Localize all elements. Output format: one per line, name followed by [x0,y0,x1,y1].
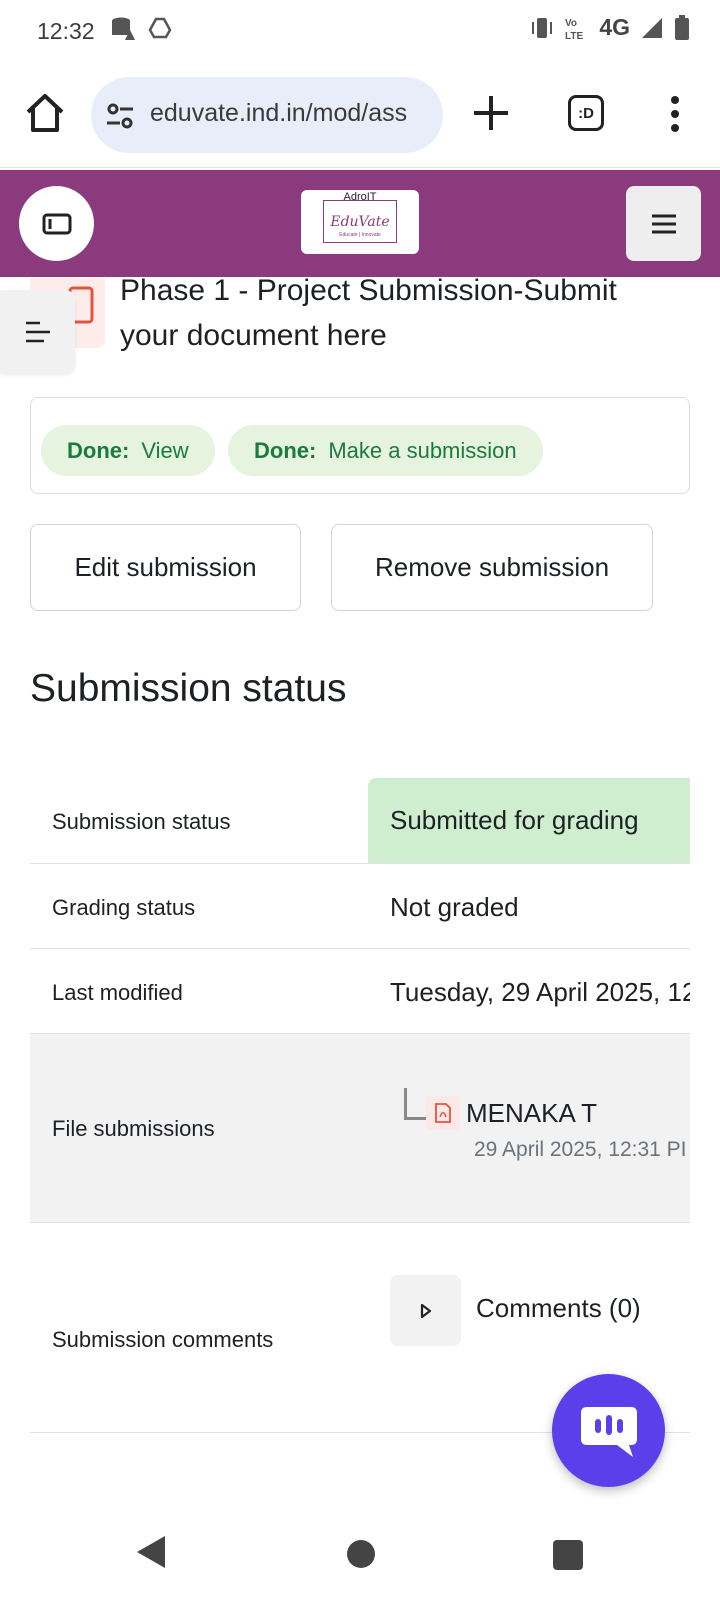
table-row-submission-status: Submission status Submitted for grading [30,778,690,864]
drive-icon [148,17,172,39]
logo-top-text: AdroIT [343,191,377,203]
row-label: Grading status [52,895,196,920]
course-index-icon [25,321,50,342]
drawer-icon [42,213,71,234]
tab-switcher-button[interactable]: :D [568,95,604,131]
row-label: Last modified [52,980,183,1005]
badge-key: Done: [254,437,317,463]
file-tree: MENAKA T 29 April 2025, 12:31 PI [390,1088,690,1168]
completion-badge-submission: Done: Make a submission [228,425,543,476]
signal-icon [642,17,662,38]
edit-submission-button[interactable]: Edit submission [30,524,301,611]
address-bar[interactable]: eduvate.ind.in/mod/ass [91,77,443,153]
chat-button[interactable] [552,1374,665,1487]
svg-text:Vo: Vo [565,18,577,29]
more-options-icon[interactable] [660,94,690,134]
row-label: Submission comments [52,1327,274,1352]
page-title: Phase 1 - Project Submission-Submit your… [120,274,617,352]
network-type: 4G [599,14,630,40]
comments-toggle-button[interactable] [390,1275,461,1346]
chat-icon [580,1406,637,1457]
primary-menu-button[interactable] [626,186,701,261]
badge-key: Done: [67,437,130,463]
badge-value: View [141,437,189,463]
file-link[interactable]: MENAKA T [466,1098,597,1129]
vibrate-icon [532,17,553,38]
row-label: File submissions [52,1116,215,1141]
hamburger-icon [651,214,676,233]
grading-status-value: Not graded [390,892,519,922]
submission-status-cell: Submitted for grading [368,778,690,863]
url-text: eduvate.ind.in/mod/ass [150,99,408,127]
caret-right-icon [420,1303,431,1318]
course-index-button[interactable] [0,290,75,373]
badge-value: Make a submission [328,437,517,463]
system-navigation-bar [0,1508,720,1600]
completion-badge-view: Done: View [41,425,215,476]
site-logo[interactable]: AdroIT EduVate Educate | Innovate [301,190,419,254]
logo-brand-text: EduVate [330,214,390,230]
comments-link[interactable]: Comments (0) [476,1293,641,1324]
activity-completion: Done: View Done: Make a submission [30,397,690,494]
remove-submission-button[interactable]: Remove submission [331,524,653,611]
pdf-file-icon [426,1096,460,1130]
battery-icon [675,14,689,40]
table-row-last-modified: Last modified Tuesday, 29 April 2025, 12 [30,949,690,1034]
table-row-grading-status: Grading status Not graded [30,864,690,949]
status-time: 12:32 [37,18,95,44]
last-modified-value: Tuesday, 29 April 2025, 12 [390,977,690,1007]
course-drawer-button[interactable] [19,186,94,261]
svg-text:LTE: LTE [565,31,583,41]
new-tab-icon[interactable] [470,92,512,134]
status-bar: 12:32 Vo LTE 4G [0,0,720,62]
site-header: AdroIT EduVate Educate | Innovate [0,170,720,277]
home-nav-icon[interactable] [347,1540,375,1568]
logo-tagline: Educate | Innovate [339,232,381,238]
tree-connector [404,1088,426,1120]
database-warning-icon [112,17,135,40]
back-icon[interactable] [135,1534,167,1570]
pdf-icon [435,1103,451,1123]
submission-status-value: Submitted for grading [390,805,639,835]
site-settings-icon[interactable] [105,101,135,131]
row-label: Submission status [52,809,231,834]
home-icon[interactable] [22,90,68,136]
logo-frame: AdroIT EduVate Educate | Innovate [323,191,397,243]
recents-icon[interactable] [553,1540,583,1570]
file-date: 29 April 2025, 12:31 PI [474,1138,687,1161]
table-row-file-submissions: File submissions MENAKA T 29 April 2025,… [30,1034,690,1223]
section-title: Submission status [30,667,347,710]
browser-toolbar: eduvate.ind.in/mod/ass :D [0,62,720,168]
volte-icon: Vo LTE [565,18,583,41]
